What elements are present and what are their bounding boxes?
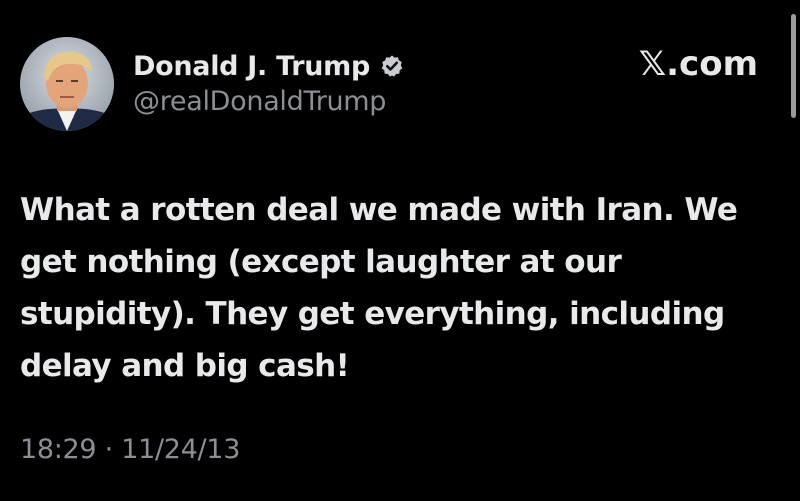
timestamp-separator: ·: [104, 434, 114, 465]
avatar[interactable]: [20, 37, 114, 131]
verified-badge-icon: [380, 54, 404, 78]
avatar-image: [20, 37, 114, 131]
scrollbar-thumb[interactable]: [791, 14, 796, 118]
author-display-name[interactable]: Donald J. Trump: [133, 51, 370, 82]
tweet-text: What a rotten deal we made with Iran. We…: [20, 192, 738, 384]
tweet-timestamp[interactable]: 18:29 · 11/24/13: [20, 434, 240, 465]
tweet-date: 11/24/13: [121, 434, 241, 465]
author-handle[interactable]: @realDonaldTrump: [133, 86, 386, 117]
tweet-card: Donald J. Trump @realDonaldTrump 𝕏.com W…: [0, 0, 800, 501]
tweet-time: 18:29: [20, 434, 97, 465]
author-name-row[interactable]: Donald J. Trump: [133, 46, 404, 86]
x-logo-site-label: 𝕏.com: [638, 44, 758, 84]
